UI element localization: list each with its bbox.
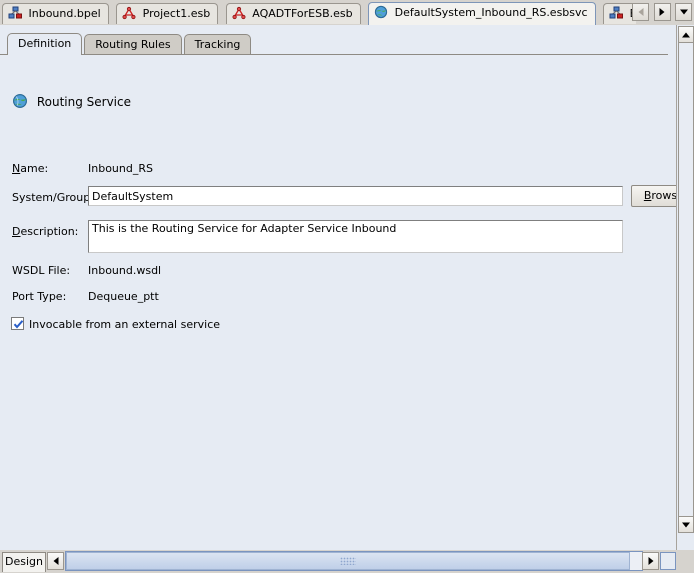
arrow-up-icon <box>682 32 690 37</box>
bpel-icon <box>609 6 624 20</box>
esb-icon <box>122 6 136 20</box>
name-label: Name: <box>12 162 49 175</box>
editor-tab-list: Inbound.bpel Project1.esb AQADTForESB.es… <box>0 0 636 25</box>
vertical-scroll-track[interactable] <box>678 43 694 516</box>
tab-routing-rules[interactable]: Routing Rules <box>84 34 182 55</box>
routing-service-header: Routing Service <box>12 93 131 111</box>
tab-design[interactable]: Design <box>2 552 46 572</box>
browse-mnemonic: B <box>643 189 652 202</box>
chevron-right-icon <box>659 8 665 16</box>
tab-design-label: Design <box>5 555 43 568</box>
globe-icon <box>374 5 388 19</box>
scroll-left-button[interactable] <box>47 552 64 570</box>
vertical-scrollbar[interactable] <box>676 25 694 550</box>
tab-tracking-label: Tracking <box>194 38 241 51</box>
description-input[interactable] <box>88 220 623 253</box>
scrollbar-endcap <box>660 552 676 570</box>
system-group-label: System/Group: <box>12 191 94 204</box>
esb-icon <box>232 6 246 20</box>
invocable-checkbox-label: Invocable from an external service <box>29 318 221 331</box>
port-type-value: Dequeue_ptt <box>88 290 159 303</box>
description-label: Description: <box>12 225 79 238</box>
tab-list-dropdown-button[interactable] <box>675 3 692 21</box>
editor-tab-inbound-bpel[interactable]: Inbound.bpel <box>2 3 109 24</box>
editor-tab-label: Inbound.bpel <box>28 7 101 20</box>
page-title: Routing Service <box>36 95 131 109</box>
scroll-right-button[interactable] <box>642 552 659 570</box>
description-mnemonic: D <box>12 225 21 238</box>
system-group-input[interactable] <box>88 186 623 206</box>
editor-tab-label: AQADTForESB.esb <box>252 7 353 20</box>
editor-tab-label: Project1.esb <box>142 7 211 20</box>
tab-definition-label: Definition <box>18 37 72 50</box>
definition-panel: Routing Service Name: Inbound_RS System/… <box>0 55 687 550</box>
editor-window: Inbound.bpel Project1.esb AQADTForESB.es… <box>0 0 694 573</box>
editor-tab-project1-esb[interactable]: Project1.esb <box>116 3 219 24</box>
definition-subtab-bar: Definition Routing Rules Tracking <box>0 33 668 55</box>
editor-tab-defaultsystem-inbound-rs-esbsvc[interactable]: DefaultSystem_Inbound_RS.esbsvc <box>368 2 596 25</box>
editor-tab-label: DefaultSystem_Inbound_RS.esbsvc <box>394 6 588 19</box>
scroll-up-button[interactable] <box>678 26 694 43</box>
tab-tracking[interactable]: Tracking <box>183 34 252 55</box>
editor-body: Definition Routing Rules Tracking Routin… <box>0 25 694 550</box>
bottom-bar: Design <box>0 550 694 573</box>
scroll-thumb-grip <box>340 557 356 565</box>
name-mnemonic: N <box>12 162 21 175</box>
wsdl-file-label: WSDL File: <box>12 264 71 277</box>
check-icon <box>13 320 24 329</box>
editor-tab-aqadtforesb-esb[interactable]: AQADTForESB.esb <box>225 3 361 24</box>
editor-tab-nav <box>631 3 692 22</box>
chevron-down-icon <box>679 9 688 15</box>
bpel-icon <box>8 6 22 20</box>
scroll-tabs-left-button[interactable] <box>632 3 649 21</box>
tab-definition[interactable]: Definition <box>7 33 83 55</box>
horizontal-scroll-thumb[interactable] <box>66 552 630 570</box>
name-value: Inbound_RS <box>88 162 153 175</box>
chevron-left-icon <box>638 8 643 16</box>
wsdl-file-value: Inbound.wsdl <box>88 264 162 277</box>
globe-icon <box>12 93 28 109</box>
arrow-down-icon <box>682 522 690 527</box>
horizontal-scroll-track[interactable] <box>65 551 643 571</box>
horizontal-scrollbar[interactable] <box>47 551 676 572</box>
invocable-checkbox[interactable] <box>11 317 24 330</box>
scroll-tabs-right-button[interactable] <box>653 3 671 21</box>
editor-tab-strip: Inbound.bpel Project1.esb AQADTForESB.es… <box>0 0 694 25</box>
tab-routing-rules-label: Routing Rules <box>95 38 171 51</box>
scroll-down-button[interactable] <box>678 516 694 533</box>
port-type-label: Port Type: <box>12 290 67 303</box>
arrow-right-icon <box>648 557 653 565</box>
arrow-left-icon <box>53 557 58 565</box>
invocable-checkbox-row[interactable]: Invocable from an external service <box>11 317 220 333</box>
